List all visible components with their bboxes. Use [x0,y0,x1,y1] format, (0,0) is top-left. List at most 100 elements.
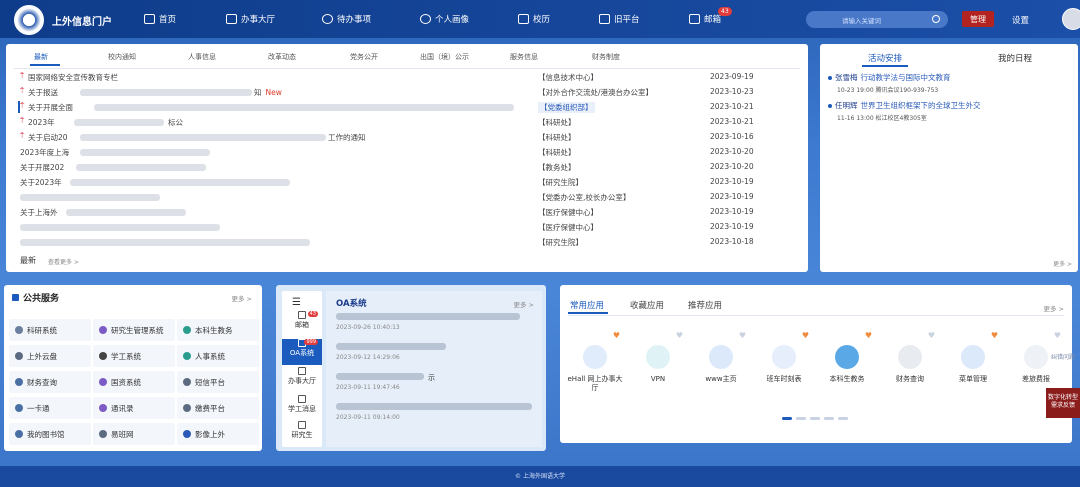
activity-item[interactable]: 张雪梅 行动教学法与国际中文教育 10-23 19:00 腾讯会议190-939-… [828,72,951,94]
nav-calendar[interactable]: 校历 [518,13,550,25]
public-service-item[interactable]: 易班网 [93,423,175,445]
app-card[interactable]: ♥ 财务查询 [881,331,939,391]
public-service-item[interactable]: 科研系统 [9,319,91,341]
favorite-heart-icon[interactable]: ♥ [676,331,683,340]
carousel-dot[interactable] [838,417,848,420]
news-row[interactable]: 2023年度上海 【科研处】 2023-10-20 [14,146,804,160]
favorite-heart-icon[interactable]: ♥ [928,331,935,340]
public-service-item[interactable]: 本科生教务 [177,319,259,341]
public-service-item[interactable]: 研究生管理系统 [93,319,175,341]
tab-recommended-apps[interactable]: 推荐应用 [688,299,722,311]
app-card[interactable]: ♥ 菜单管理 [944,331,1002,391]
tab-frequent-apps[interactable]: 常用应用 [570,299,604,311]
news-row[interactable]: 【医疗保健中心】 2023-10-19 [14,221,804,235]
nav-service-hall[interactable]: 办事大厅 [226,13,275,25]
tab-my-schedule[interactable]: 我的日程 [998,52,1032,64]
public-service-item[interactable]: 人事系统 [177,345,259,367]
public-service-more-link[interactable]: 更多 > [231,293,252,303]
public-service-item[interactable]: 一卡通 [9,397,91,419]
activity-more-link[interactable]: 更多 > [1053,259,1072,268]
tab-overseas[interactable]: 出国（境）公示 [420,52,469,62]
settings-link[interactable]: 设置 [1012,14,1029,26]
nav-mail[interactable]: 邮箱 [689,13,721,25]
news-row[interactable]: 关于开展202 【教务处】 2023-10-20 [14,161,804,175]
oa-nav-service-hall[interactable]: 办事大厅 [282,367,322,393]
app-card[interactable]: ♥ 班车时刻表 [755,331,813,391]
news-row[interactable]: 关于上海外 【医疗保健中心】 2023-10-19 [14,206,804,220]
carousel-dots [782,417,848,420]
nav-todo[interactable]: 待办事项 [322,13,371,25]
public-service-item[interactable]: 影像上外 [177,423,259,445]
blurred-text [80,134,326,141]
tab-activities[interactable]: 活动安排 [868,52,902,64]
app-card[interactable]: ♥ www主页 [692,331,750,391]
nav-profile[interactable]: 个人画像 [420,13,469,25]
blurred-text [76,164,206,171]
search-icon[interactable] [932,15,940,23]
favorite-heart-icon[interactable]: ♥ [802,331,809,340]
service-icon [183,378,191,386]
oa-entry[interactable]: 示 2023-09-11 19:47:46 [336,373,536,395]
tab-campus-notice[interactable]: 校内通知 [108,52,136,62]
people-icon [226,14,237,24]
public-service-item[interactable]: 通讯录 [93,397,175,419]
service-icon [99,404,107,412]
university-logo[interactable] [14,5,44,35]
oa-entry[interactable]: 2023-09-11 09:14:00 [336,403,536,425]
avatar[interactable] [1062,8,1080,30]
public-service-item[interactable]: 缴费平台 [177,397,259,419]
public-service-item[interactable]: 短信平台 [177,371,259,393]
oa-nav-mail[interactable]: 邮箱 43 [282,311,322,337]
news-row[interactable]: 关于2023年 【研究生院】 2023-10-19 [14,176,804,190]
oa-content: OA系统 更多 > 2023-09-26 10:40:13 2023-09-12… [326,291,542,447]
app-card[interactable]: ♥ eHall 网上办事大厅 [566,331,624,392]
tab-service-info[interactable]: 服务信息 [510,52,538,62]
news-row[interactable]: ⍑ 国家网络安全宣传教育专栏 【信息技术中心】 2023-09-19 [14,71,804,85]
tab-party-affairs[interactable]: 党务公开 [350,52,378,62]
tab-favorite-apps[interactable]: 收藏应用 [630,299,664,311]
favorite-heart-icon[interactable]: ♥ [613,331,620,340]
oa-more-link[interactable]: 更多 > [513,299,534,309]
public-service-item[interactable]: 上外云盘 [9,345,91,367]
tab-latest[interactable]: 最新 [34,52,48,62]
carousel-dot[interactable] [810,417,820,420]
app-card[interactable]: ♥ VPN [629,331,687,391]
public-service-item[interactable]: 我的图书馆 [9,423,91,445]
oa-nav-graduate[interactable]: 研究生 [282,421,322,447]
news-row[interactable]: 【党委办公室,校长办公室】 2023-10-19 [14,191,804,205]
portal-title: 上外信息门户 [52,17,112,28]
news-row[interactable]: ⍑ 2023年 标公 【科研处】 2023-10-21 [14,116,804,130]
menu-icon[interactable]: ☰ [292,297,301,308]
public-service-item[interactable]: 国资系统 [93,371,175,393]
news-more-link[interactable]: 查看更多 > [48,257,79,266]
favorite-heart-icon[interactable]: ♥ [739,331,746,340]
carousel-dot[interactable] [796,417,806,420]
nav-old-platform[interactable]: 旧平台 [599,13,640,25]
tab-finance-rules[interactable]: 财务制度 [592,52,620,62]
manage-button[interactable]: 管理 [962,11,994,27]
tab-hr-info[interactable]: 人事信息 [188,52,216,62]
search-input[interactable]: 请输入关键词 [806,11,948,28]
carousel-dot[interactable] [824,417,834,420]
public-service-item[interactable]: 学工系统 [93,345,175,367]
activity-item[interactable]: 任明辉 世界卫生组织框架下的全球卫生外交 11-16 13:00 松江校区4教30… [828,100,981,122]
oa-nav-student-affairs[interactable]: 学工消息 [282,395,322,421]
oa-entry[interactable]: 2023-09-26 10:40:13 [336,313,536,335]
favorite-heart-icon[interactable]: ♥ [865,331,872,340]
nav-home[interactable]: 首页 [144,13,176,25]
app-card[interactable]: ♥ 本科生教务 [818,331,876,391]
tab-reform[interactable]: 改革动态 [268,52,296,62]
oa-nav-oa-system[interactable]: OA系统 999 [282,339,322,365]
apps-more-link[interactable]: 更多 > [1043,303,1064,313]
favorite-heart-icon[interactable]: ♥ [991,331,998,340]
public-service-item[interactable]: 财务查询 [9,371,91,393]
feedback-float-button[interactable]: 数字化转型需求反馈 [1046,388,1080,418]
favorite-heart-icon[interactable]: ♥ [1054,331,1061,340]
news-row[interactable]: ⍑ 关于报送 知 New 【对外合作交流处/港澳台办公室】 2023-10-23 [14,86,804,100]
carousel-dot[interactable] [782,417,792,420]
news-row[interactable]: 【研究生院】 2023-10-18 [14,236,804,250]
oa-entry[interactable]: 2023-09-12 14:29:06 [336,343,536,365]
news-row[interactable]: ⍑ 关于启动20 工作的通知 【科研处】 2023-10-16 [14,131,804,145]
news-row[interactable]: ⍑ 关于开展全面 【党委组织部】 2023-10-21 [14,101,804,115]
error-report-button[interactable]: 纠错问题 [1050,352,1076,382]
